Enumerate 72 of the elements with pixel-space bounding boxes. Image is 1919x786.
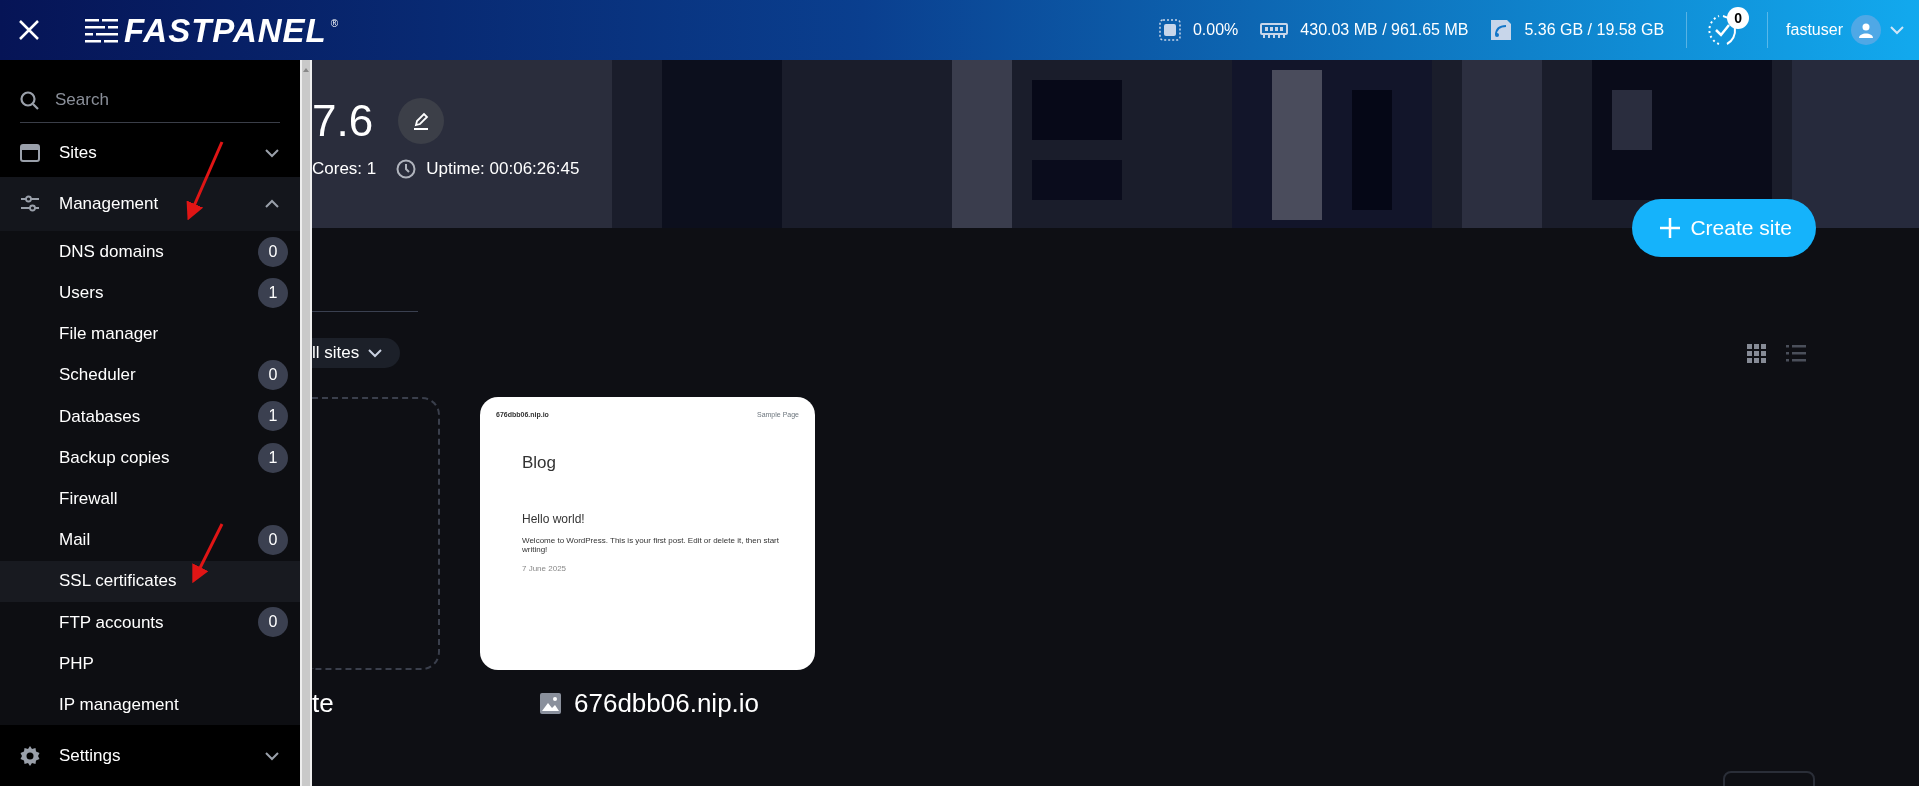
image-icon (540, 693, 561, 714)
scroll-up-icon[interactable] (302, 66, 310, 74)
count-badge: 1 (258, 442, 288, 473)
preview-date: 7 June 2025 (522, 564, 568, 573)
submenu-label: Users (59, 282, 104, 305)
nav-group-label: Sites (59, 142, 97, 165)
submenu-item[interactable]: IP management (0, 684, 300, 726)
uptime-text: Uptime: 00:06:26:45 (426, 158, 580, 180)
list-view-icon[interactable] (1786, 343, 1806, 363)
stat-value: 0.00% (1192, 20, 1239, 40)
logo-icon (85, 17, 118, 43)
chevron-down-icon[interactable] (1889, 23, 1905, 37)
submenu-item[interactable]: SSL certificates (0, 560, 300, 602)
count-badge: 0 (258, 524, 288, 555)
cores-text: Cores: 1 (312, 158, 377, 180)
search-field[interactable]: Search (53, 86, 253, 114)
count-badge: 1 (258, 401, 288, 432)
grid-view-icon[interactable] (1747, 343, 1766, 363)
submenu-label: SSL certificates (59, 570, 177, 593)
submenu-label: Scheduler (59, 364, 136, 387)
submenu-item[interactable]: FTP accounts 0 (0, 601, 300, 643)
nav-group[interactable]: Settings (0, 725, 300, 786)
submenu-label: PHP (59, 652, 94, 675)
submenu-label: IP management (59, 693, 179, 716)
submenu-item[interactable]: PHP (0, 642, 300, 685)
submenu-label: Mail (59, 529, 91, 552)
submenu-item[interactable]: Users 1 (0, 272, 300, 314)
submenu-item[interactable]: Databases 1 (0, 395, 300, 437)
logo-text: FASTPANEL (124, 13, 327, 47)
submenu-item[interactable]: File manager (0, 313, 300, 355)
stat-value: 5.36 GB / 19.58 GB (1524, 20, 1665, 40)
settings-icon (20, 745, 40, 766)
count-badge: 0 (258, 607, 288, 638)
clock-icon (396, 158, 417, 179)
nav-group[interactable]: Sites (0, 129, 300, 177)
close-icon[interactable] (18, 19, 40, 41)
plus-icon (1660, 218, 1681, 238)
cpu-icon (1158, 19, 1181, 41)
submenu-label: Databases (59, 405, 141, 428)
submenu-item[interactable]: Backup copies 1 (0, 436, 300, 479)
scrollbar[interactable] (300, 60, 312, 786)
nav-group-label: Management (59, 193, 159, 216)
count-badge: 0 (258, 236, 288, 267)
site-name[interactable]: 676dbb06.nip.io (574, 684, 760, 723)
avatar[interactable] (1851, 15, 1881, 45)
preview-heading: Blog (522, 452, 558, 474)
submenu-item[interactable]: Scheduler 0 (0, 354, 300, 396)
preview-post-text: Welcome to WordPress. This is your first post. Edit or delete it, then start writing! (522, 535, 780, 555)
stat-value: 430.03 MB / 961.65 MB (1300, 20, 1469, 40)
new-site-label: te (312, 688, 334, 718)
count-badge: 1 (258, 277, 288, 308)
submenu-label: FTP accounts (59, 611, 164, 634)
filter-dropdown[interactable]: ll sites (312, 338, 400, 368)
preview-post-title: Hello world! (522, 510, 586, 528)
submenu-label: Backup copies (59, 446, 170, 469)
search-icon (20, 90, 39, 110)
count-badge: 0 (258, 360, 288, 391)
chevron-down-icon (367, 347, 384, 359)
registered-mark: ® (330, 17, 339, 31)
browser-window-icon (20, 143, 40, 163)
submenu-item[interactable]: DNS domains 0 (0, 231, 300, 273)
nav-group[interactable]: Management (0, 177, 300, 231)
submenu-label: DNS domains (59, 240, 164, 263)
submenu-label: Firewall (59, 487, 118, 510)
submenu-item[interactable]: Mail 0 (0, 519, 300, 561)
annotation-arrow (192, 523, 224, 584)
sliders-icon (20, 194, 40, 214)
submenu-label: File manager (59, 323, 159, 346)
submenu-item[interactable]: Firewall (0, 478, 300, 520)
server-title: 7.6 (312, 99, 374, 143)
nav-group-label: Settings (59, 744, 121, 767)
notification-count: 0 (1727, 7, 1750, 29)
